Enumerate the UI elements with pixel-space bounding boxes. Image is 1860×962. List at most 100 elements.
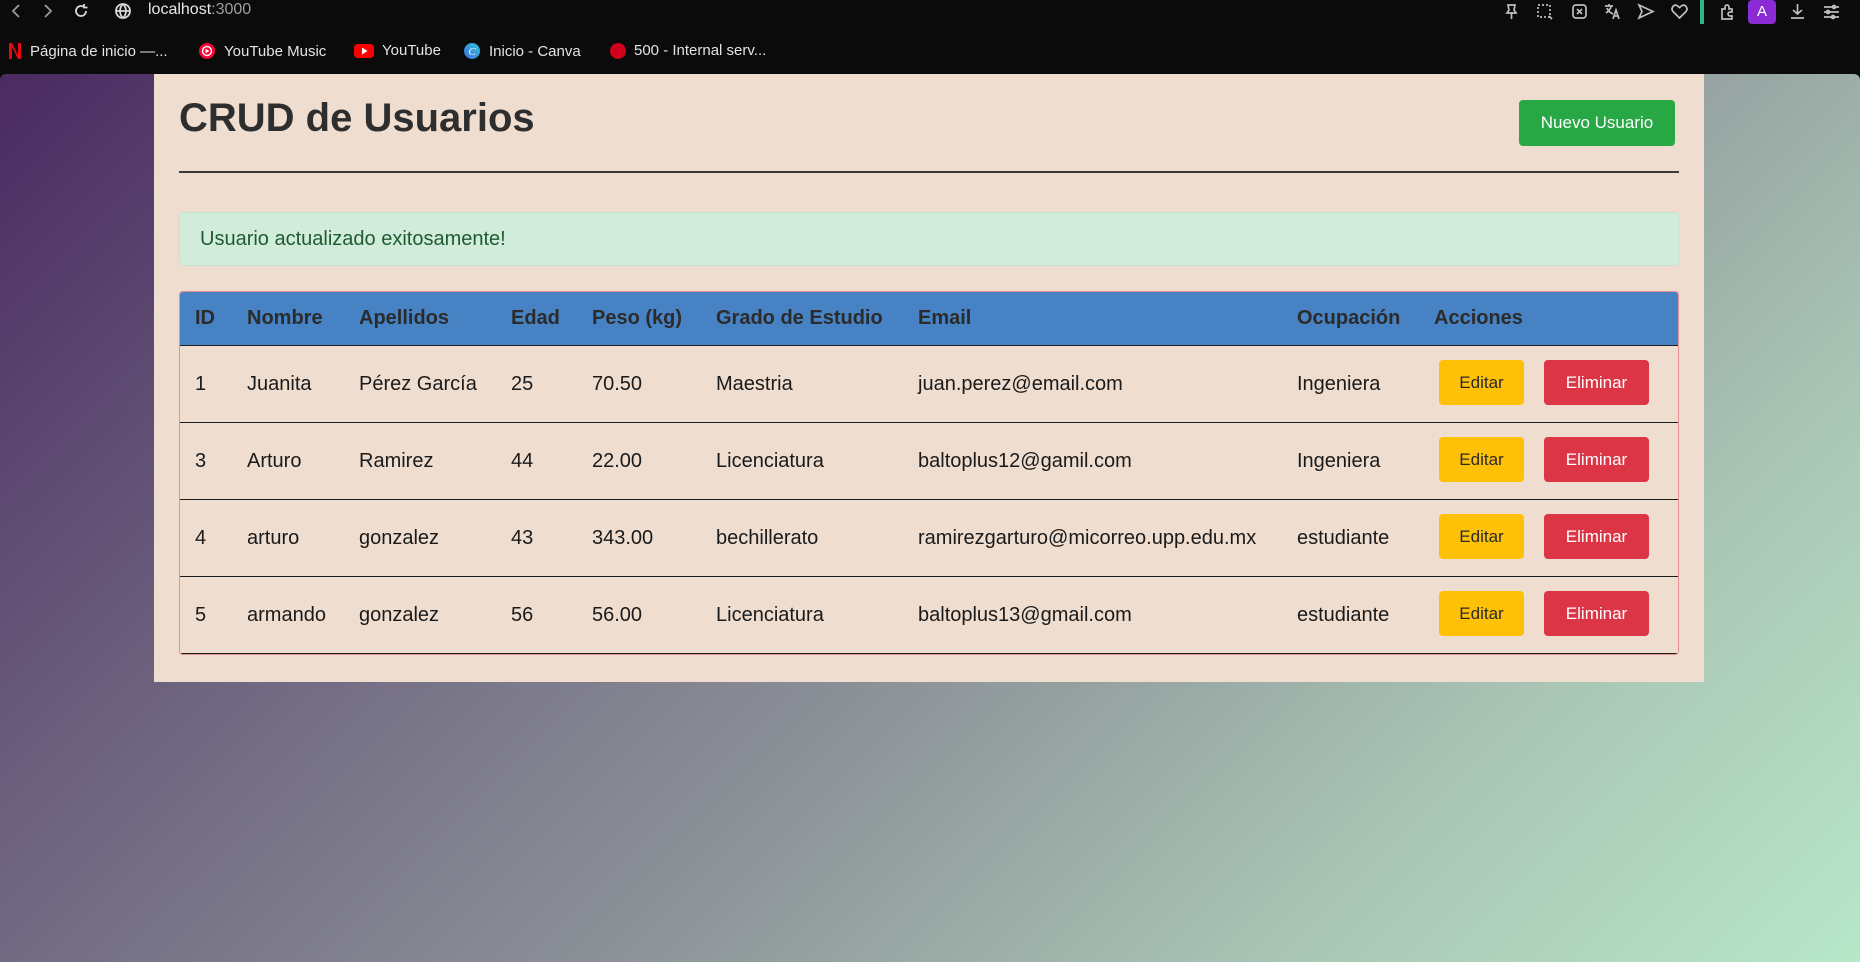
table-row: 5 armando gonzalez 56 56.00 Licenciatura… [180, 576, 1678, 654]
edit-button[interactable]: Editar [1439, 514, 1524, 559]
table-header-row: ID Nombre Apellidos Edad Peso (kg) Grado… [180, 292, 1678, 346]
cell-grado: bechillerato [701, 499, 903, 577]
cell-peso: 22.00 [577, 422, 701, 500]
close-box-icon[interactable] [1570, 2, 1589, 21]
cell-apellidos: gonzalez [344, 576, 496, 654]
bookmark-youtube[interactable]: YouTube [354, 42, 441, 59]
col-header-apellidos: Apellidos [344, 292, 496, 346]
cell-id: 5 [180, 576, 232, 654]
cell-grado: Maestria [701, 345, 903, 423]
col-header-peso: Peso (kg) [577, 292, 701, 346]
sidebar-indicator [1700, 0, 1704, 24]
profile-avatar[interactable]: A [1748, 0, 1776, 24]
alert-message: Usuario actualizado exitosamente! [200, 228, 506, 250]
cell-id: 3 [180, 422, 232, 500]
table-row: 1 Juanita Pérez García 25 70.50 Maestria… [180, 345, 1678, 423]
cell-nombre: armando [232, 576, 344, 654]
bookmark-label: YouTube Music [224, 42, 327, 60]
bookmark-error-page[interactable]: 500 - Internal serv... [610, 42, 766, 59]
netflix-icon [9, 43, 21, 59]
bookmark-youtube-music[interactable]: YouTube Music [198, 42, 326, 60]
forward-icon[interactable] [38, 2, 56, 20]
canva-icon: C [464, 43, 480, 59]
cell-nombre: arturo [232, 499, 344, 577]
bookmark-canva[interactable]: C Inicio - Canva [463, 42, 581, 60]
users-table-wrapper: ID Nombre Apellidos Edad Peso (kg) Grado… [179, 291, 1679, 655]
delete-button[interactable]: Eliminar [1544, 360, 1649, 405]
svg-text:C: C [468, 46, 476, 58]
cell-email: ramirezgarturo@micorreo.upp.edu.mx [903, 499, 1282, 577]
edit-button[interactable]: Editar [1439, 591, 1524, 636]
youtube-music-icon [199, 43, 215, 59]
cell-peso: 343.00 [577, 499, 701, 577]
bookmark-label: Página de inicio —... [30, 42, 168, 60]
reload-icon[interactable] [72, 2, 90, 20]
cell-edad: 56 [496, 576, 577, 654]
table-row: 3 Arturo Ramirez 44 22.00 Licenciatura b… [180, 422, 1678, 500]
delete-button[interactable]: Eliminar [1544, 437, 1649, 482]
cell-id: 1 [180, 345, 232, 423]
cell-apellidos: Ramirez [344, 422, 496, 500]
cell-actions: Editar Eliminar [1419, 576, 1678, 654]
youtube-icon [354, 43, 374, 58]
cell-email: baltoplus12@gamil.com [903, 422, 1282, 500]
cell-id: 4 [180, 499, 232, 577]
bookmarks-bar: Página de inicio —... YouTube Music YouT… [0, 40, 1860, 64]
screenshot-icon[interactable] [1535, 2, 1554, 21]
edit-button[interactable]: Editar [1439, 437, 1524, 482]
cell-ocupacion: Ingeniera [1282, 345, 1419, 423]
cell-email: juan.perez@email.com [903, 345, 1282, 423]
table-row: 4 arturo gonzalez 43 343.00 bechillerato… [180, 499, 1678, 577]
cell-edad: 25 [496, 345, 577, 423]
col-header-nombre: Nombre [232, 292, 344, 346]
error-site-icon [610, 42, 626, 59]
cell-ocupacion: Ingeniera [1282, 422, 1419, 500]
heart-icon[interactable] [1670, 2, 1689, 21]
col-header-grado: Grado de Estudio [701, 292, 903, 346]
col-header-ocupacion: Ocupación [1282, 292, 1419, 346]
settings-sliders-icon[interactable] [1822, 2, 1841, 21]
cell-actions: Editar Eliminar [1419, 499, 1678, 577]
bookmark-label: Inicio - Canva [489, 42, 581, 60]
cell-peso: 70.50 [577, 345, 701, 423]
cell-edad: 43 [496, 499, 577, 577]
browser-toolbar: localhost:3000 A [0, 0, 1860, 24]
address-bar[interactable]: localhost:3000 [148, 1, 251, 19]
back-icon[interactable] [8, 2, 26, 20]
cell-grado: Licenciatura [701, 422, 903, 500]
col-header-acciones: Acciones [1419, 292, 1678, 346]
main-container: CRUD de Usuarios Nuevo Usuario Usuario a… [154, 74, 1704, 682]
users-table: ID Nombre Apellidos Edad Peso (kg) Grado… [180, 292, 1678, 654]
cell-apellidos: gonzalez [344, 499, 496, 577]
bookmark-label: 500 - Internal serv... [634, 42, 767, 59]
edit-button[interactable]: Editar [1439, 360, 1524, 405]
translate-icon[interactable] [1603, 2, 1622, 21]
cell-ocupacion: estudiante [1282, 576, 1419, 654]
pin-icon[interactable] [1502, 2, 1521, 21]
page-title: CRUD de Usuarios [179, 96, 535, 140]
bookmark-label: YouTube [382, 42, 441, 59]
col-header-id: ID [180, 292, 232, 346]
cell-nombre: Juanita [232, 345, 344, 423]
send-icon[interactable] [1636, 2, 1655, 21]
bookmark-netflix[interactable]: Página de inicio —... [8, 42, 168, 60]
header-divider [179, 171, 1679, 173]
cell-email: baltoplus13@gmail.com [903, 576, 1282, 654]
cell-edad: 44 [496, 422, 577, 500]
page-viewport: CRUD de Usuarios Nuevo Usuario Usuario a… [0, 74, 1860, 962]
delete-button[interactable]: Eliminar [1544, 591, 1649, 636]
col-header-email: Email [903, 292, 1282, 346]
site-info-icon[interactable] [114, 2, 132, 20]
cell-apellidos: Pérez García [344, 345, 496, 423]
success-alert: Usuario actualizado exitosamente! [179, 212, 1679, 266]
cell-actions: Editar Eliminar [1419, 345, 1678, 423]
col-header-edad: Edad [496, 292, 577, 346]
extensions-icon[interactable] [1718, 2, 1737, 21]
new-user-button[interactable]: Nuevo Usuario [1519, 100, 1675, 146]
download-icon[interactable] [1788, 2, 1807, 21]
delete-button[interactable]: Eliminar [1544, 514, 1649, 559]
cell-ocupacion: estudiante [1282, 499, 1419, 577]
cell-nombre: Arturo [232, 422, 344, 500]
cell-peso: 56.00 [577, 576, 701, 654]
cell-grado: Licenciatura [701, 576, 903, 654]
